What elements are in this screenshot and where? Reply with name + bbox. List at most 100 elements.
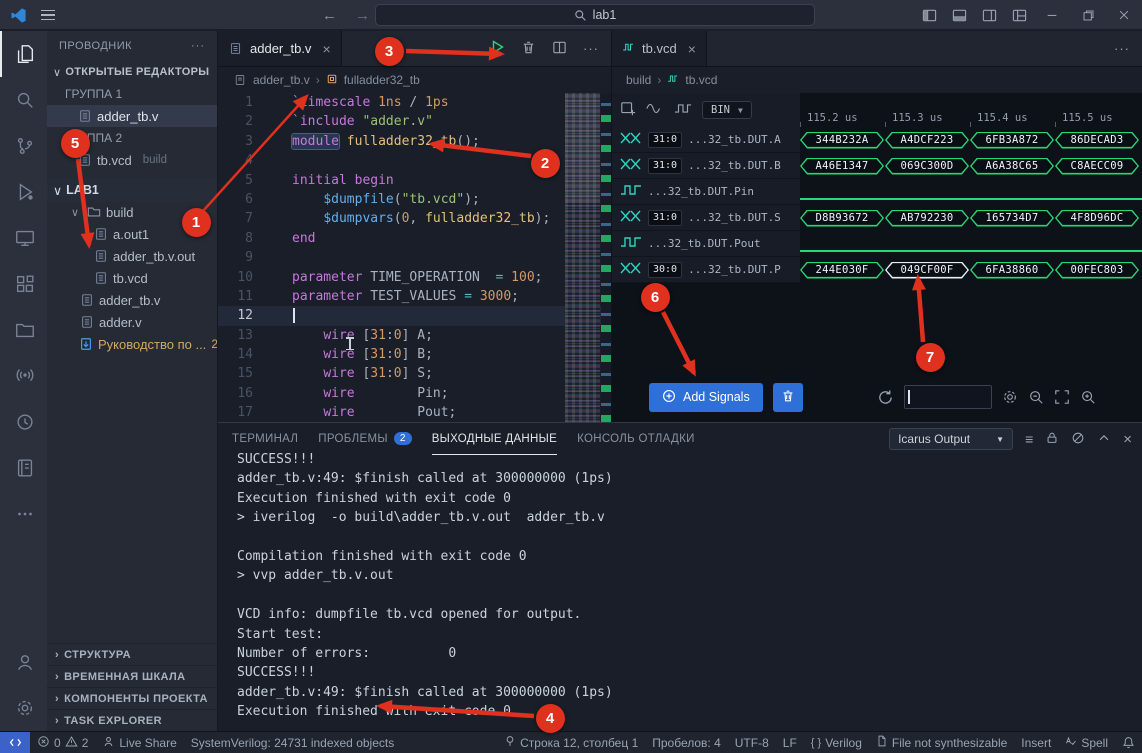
wave-value[interactable]: 069C300D <box>885 158 969 175</box>
code-line[interactable]: 16 wire Pin; <box>218 384 611 403</box>
signal-waveform[interactable]: 244E030F049CF00F6FA3886000FEC803 <box>800 257 1142 283</box>
systemverilog-indexer-status[interactable]: SystemVerilog: 24731 indexed objects <box>184 732 401 753</box>
code-line[interactable]: 11parameter TEST_VALUES = 3000; <box>218 287 611 306</box>
signal-name-cell[interactable]: 31:0...32_tb.DUT.B <box>612 153 800 179</box>
panel-tab-проблемы[interactable]: ПРОБЛЕМЫ2 <box>318 423 411 455</box>
code-line[interactable]: 6 $dumpfile("tb.vcd"); <box>218 190 611 209</box>
close-tab-icon[interactable]: × <box>322 41 330 57</box>
remote-explorer-icon[interactable] <box>0 215 47 261</box>
tree-item-tb.vcd[interactable]: tb.vcd <box>47 267 217 289</box>
signal-waveform[interactable] <box>800 179 1142 205</box>
lock-icon[interactable] <box>1045 431 1059 448</box>
tree-item-build[interactable]: ∨build <box>47 201 217 223</box>
workspace-root[interactable]: ∨ LAB1 <box>47 179 217 201</box>
sidebar-section-компоненты-проекта[interactable]: ›КОМПОНЕНТЫ ПРОЕКТА <box>47 687 217 709</box>
trash-icon[interactable] <box>521 40 536 58</box>
close-panel-icon[interactable]: × <box>1123 431 1132 448</box>
code-line[interactable]: 4 <box>218 151 611 170</box>
more-actions-icon[interactable]: ··· <box>583 41 599 56</box>
signal-waveform[interactable]: D8B93672AB792230165734D74F8D96DC <box>800 205 1142 231</box>
forward-icon[interactable]: → <box>355 7 370 24</box>
zoom-in-icon[interactable] <box>1080 389 1096 405</box>
terminal-output[interactable]: SUCCESS!!!adder_tb.v:49: $finish called … <box>218 450 1142 722</box>
signal-name-cell[interactable]: 31:0...32_tb.DUT.S <box>612 205 800 231</box>
live-share-icon[interactable] <box>0 353 47 399</box>
indentation-status[interactable]: Пробелов: 4 <box>645 732 728 753</box>
signal-row[interactable]: 31:0...32_tb.DUT.A344B232AA4DCF2236FB3A8… <box>612 127 1142 153</box>
breadcrumb-symbol[interactable]: fulladder32_tb <box>344 73 420 87</box>
code-line[interactable]: 8end <box>218 229 611 248</box>
close-tab-icon[interactable]: × <box>688 41 696 57</box>
wave-value[interactable]: 049CF00F <box>885 262 969 279</box>
project-folder-icon[interactable] <box>0 307 47 353</box>
explorer-icon[interactable] <box>0 31 47 77</box>
notebook-icon[interactable] <box>0 445 47 491</box>
remove-signals-button[interactable] <box>773 383 803 412</box>
sidebar-section-task-explorer[interactable]: ›TASK EXPLORER <box>47 709 217 731</box>
minimize-icon[interactable] <box>1034 0 1070 30</box>
wave-value[interactable]: 6FA38860 <box>970 262 1054 279</box>
toggle-secondary-sidebar-icon[interactable] <box>974 0 1004 30</box>
remote-indicator[interactable] <box>0 732 30 753</box>
panel-tab-выходные-данные[interactable]: ВЫХОДНЫЕ ДАННЫЕ <box>432 423 557 455</box>
open-editors-header[interactable]: ∨ ОТКРЫТЫЕ РЕДАКТОРЫ <box>47 61 217 83</box>
output-filter-icon[interactable]: ≡ <box>1025 431 1033 447</box>
wave-value[interactable]: 4F8D96DC <box>1055 210 1139 227</box>
cursor-position-status[interactable]: Строка 12, столбец 1 <box>497 732 645 753</box>
tab-tb-vcd[interactable]: tb.vcd × <box>612 31 707 66</box>
code-area[interactable]: 1`timescale 1ns / 1ps2`include "adder.v"… <box>218 93 611 422</box>
signal-row[interactable]: ...32_tb.DUT.Pout <box>612 231 1142 257</box>
settings-icon[interactable] <box>0 685 47 731</box>
code-line[interactable]: 12 <box>218 306 611 325</box>
panel-tab-консоль-отладки[interactable]: КОНСОЛЬ ОТЛАДКИ <box>577 423 695 455</box>
wave-value[interactable]: 244E030F <box>800 262 884 279</box>
maximize-panel-icon[interactable] <box>1097 431 1111 448</box>
code-line[interactable]: 2`include "adder.v" <box>218 112 611 131</box>
zoom-out-icon[interactable] <box>1028 389 1044 405</box>
wave-value[interactable]: 86DECAD3 <box>1055 132 1139 149</box>
wave-value[interactable]: A46E1347 <box>800 158 884 175</box>
code-line[interactable]: 13 wire [31:0] A; <box>218 326 611 345</box>
menu-icon[interactable] <box>41 10 55 21</box>
command-center-search[interactable]: lab1 <box>375 4 815 26</box>
breadcrumb-file[interactable]: adder_tb.v <box>253 73 310 87</box>
problems-status[interactable]: 0 2 <box>30 732 95 753</box>
square-plus-icon[interactable] <box>620 101 636 120</box>
wave-value[interactable]: 00FEC803 <box>1055 262 1139 279</box>
spell-status[interactable]: Spell <box>1058 732 1115 753</box>
code-line[interactable]: 14 wire [31:0] B; <box>218 345 611 364</box>
signal-row[interactable]: 31:0...32_tb.DUT.BA46E1347069C300DA6A38C… <box>612 153 1142 179</box>
run-debug-icon[interactable] <box>0 169 47 215</box>
wave-value[interactable]: 344B232A <box>800 132 884 149</box>
wave-value[interactable]: D8B93672 <box>800 210 884 227</box>
code-line[interactable]: 9 <box>218 248 611 267</box>
split-editor-icon[interactable] <box>552 40 567 58</box>
wave-value[interactable]: A4DCF223 <box>885 132 969 149</box>
code-line[interactable]: 17 wire Pout; <box>218 403 611 422</box>
gear-icon[interactable] <box>1002 389 1018 405</box>
more-actions-icon[interactable]: ··· <box>1114 41 1130 56</box>
tree-item-adder_tb.v.out[interactable]: adder_tb.v.out <box>47 245 217 267</box>
breadcrumb-file[interactable]: tb.vcd <box>685 73 717 87</box>
extensions-icon[interactable] <box>0 261 47 307</box>
code-line[interactable]: 15 wire [31:0] S; <box>218 364 611 383</box>
tab-adder-tb[interactable]: adder_tb.v × <box>218 31 342 66</box>
synthesizable-status[interactable]: File not synthesizable <box>869 732 1014 753</box>
scroll-mode-square-icon[interactable] <box>674 102 692 118</box>
restore-icon[interactable] <box>1070 0 1106 30</box>
code-line[interactable]: 5initial begin <box>218 171 611 190</box>
wave-value[interactable]: A6A38C65 <box>970 158 1054 175</box>
signal-name-cell[interactable]: 30:0...32_tb.DUT.P <box>612 257 800 283</box>
output-channel-select[interactable]: Icarus Output ▼ <box>889 428 1013 450</box>
signal-name-cell[interactable]: ...32_tb.DUT.Pin <box>612 179 800 205</box>
zoom-fit-icon[interactable] <box>1054 389 1070 405</box>
wave-value[interactable]: 6FB3A872 <box>970 132 1054 149</box>
code-line[interactable]: 10parameter TIME_OPERATION = 100; <box>218 268 611 287</box>
close-window-icon[interactable] <box>1106 0 1142 30</box>
more-actions-icon[interactable]: ··· <box>191 40 205 52</box>
code-line[interactable]: 1`timescale 1ns / 1ps <box>218 93 611 112</box>
history-icon[interactable] <box>0 399 47 445</box>
tree-item-a.out1[interactable]: a.out1 <box>47 223 217 245</box>
format-select[interactable]: BIN ▼ <box>702 101 752 119</box>
open-editor-item[interactable]: adder_tb.v <box>47 105 217 127</box>
